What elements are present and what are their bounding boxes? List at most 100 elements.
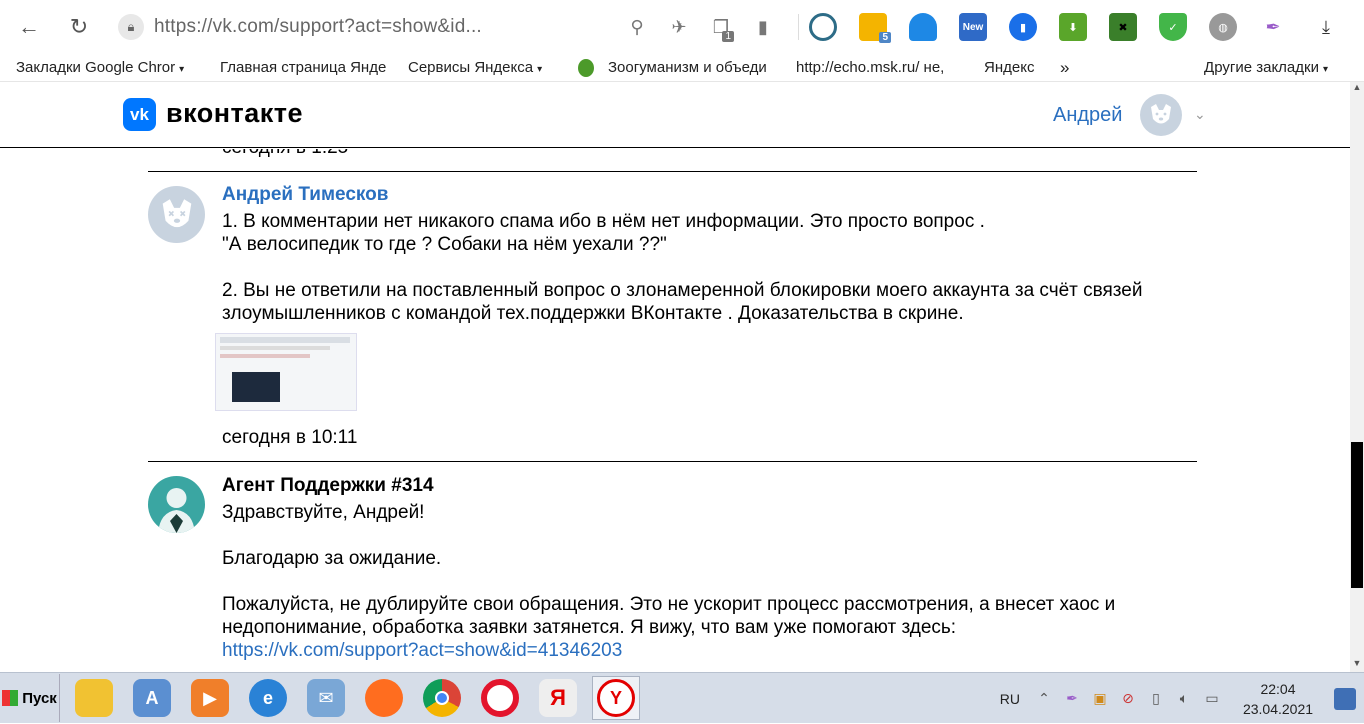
feather-icon[interactable]: ✒ [1259,13,1287,41]
attachment-line [220,337,350,343]
leaf-icon [578,58,594,77]
yandex-letter-icon: Я [539,679,577,717]
bookmark-yandex-services[interactable]: Сервисы Яндекса ▾ [408,59,556,76]
start-label: Пуск [22,689,57,707]
bookmark-label: Сервисы Яндекса [408,59,534,76]
chevron-down-icon[interactable]: ⌄ [1194,106,1206,123]
windows-logo-icon [2,690,19,706]
toolbar-separator [798,14,799,40]
system-tray: RU ⌃ ✒ ▣ ⊘ ▯ 🔈︎ ▭ 22:04 23.04.2021 [1000,673,1364,724]
download-icon[interactable]: ⤓ [1309,10,1343,44]
message-author[interactable]: Андрей Тимесков [222,184,388,206]
scroll-up-arrow-icon[interactable]: ▲ [1350,82,1364,96]
scroll-down-arrow-icon[interactable]: ▼ [1350,658,1364,672]
taskbar-app-yandex-letter[interactable]: Я [534,676,582,720]
bookmarks-more-button[interactable]: » [1060,58,1069,78]
agent-avatar[interactable] [148,476,205,533]
dog-avatar-icon [1151,104,1171,124]
vk-brand[interactable]: вконтакте [166,98,303,129]
message-divider [148,461,1197,462]
play-icon: ▶ [191,679,229,717]
user-avatar[interactable] [1140,94,1182,136]
taskbar-app-media[interactable]: ▶ [186,676,234,720]
volume-icon[interactable]: 🔈︎ [1174,689,1194,709]
messenger-icon: ✉ [307,679,345,717]
attachment-image [232,372,280,402]
address-bar[interactable]: 🔒︎ https://vk.com/support?act=show&id... [118,10,618,44]
bookmark-label: Зоогуманизм и объеди [608,59,767,76]
back-button[interactable]: ← [12,10,46,44]
message-text: 1. В комментарии нет никакого спама ибо … [222,211,1143,324]
extension-eye-icon[interactable] [809,13,837,41]
zoom-search-icon[interactable]: ⚲ [620,10,654,44]
extension-figure-icon[interactable]: ✖ [1109,13,1137,41]
agent-silhouette-icon [158,488,195,533]
page-scrollbar[interactable]: ▲ ▼ [1350,82,1364,672]
extension-cloud-icon[interactable] [909,13,937,41]
vk-header: vk вконтакте Андрей ⌄ [0,82,1350,148]
message-text: Здравствуйте, Андрей! Благодарю за ожида… [222,502,1116,638]
lock-icon[interactable]: 🔒︎ [118,14,144,40]
taskbar-app-messenger[interactable]: ✉ [302,676,350,720]
folder-icon [75,679,113,717]
firefox-icon [365,679,403,717]
taskbar-app-notes[interactable]: A [128,676,176,720]
start-button[interactable]: Пуск [0,674,60,722]
extension-bookmark-icon[interactable]: ▮ [1009,13,1037,41]
reload-button[interactable]: ↻ [62,10,96,44]
message-time: сегодня в 10:11 [222,427,358,448]
rocket-icon[interactable]: ✈︎ [662,10,696,44]
extension-weather-icon[interactable]: 5 [859,13,891,43]
scrollbar-thumb[interactable] [1351,442,1363,588]
shield-icon[interactable]: ✓ [1159,13,1187,41]
bookmark-google[interactable]: Закладки Google Chror ▾ [16,59,202,76]
browser-toolbar: ← ↻ 🔒︎ https://vk.com/support?act=show&i… [0,0,1364,54]
taskbar-app-explorer[interactable] [70,676,118,720]
bookmark-yandex[interactable]: Яндекс [984,59,1042,76]
bookmark-yandex-home[interactable]: Главная страница Янде [220,59,390,76]
vk-logo-icon[interactable]: vk [123,98,156,131]
tabs-icon[interactable]: ❐ 1 [704,10,738,44]
chevron-up-icon[interactable]: ⌃ [1034,689,1054,709]
bookmark-label: http://echo.msk.ru/ не, [796,59,945,76]
support-ticket-link[interactable]: https://vk.com/support?act=show&id=41346… [222,639,1202,662]
taskbar-app-chrome[interactable] [418,676,466,720]
screenshot-attachment[interactable] [215,333,357,411]
globe-icon[interactable]: ◍ [1209,13,1237,41]
dog-avatar-icon [162,198,191,227]
taskbar-app-opera[interactable] [476,676,524,720]
clock[interactable]: 22:04 23.04.2021 [1230,679,1326,719]
vk-logo-mark: vk [130,104,149,124]
chevron-down-icon: ▾ [537,64,543,75]
download-extension-icon[interactable]: ⬇ [1059,13,1087,41]
extension-new-icon[interactable]: New [959,13,987,41]
bookmark-zoogumanizm[interactable]: Зоогуманизм и объеди [608,59,778,76]
show-desktop-button[interactable] [1334,687,1356,710]
attachment-line [220,346,330,350]
network-icon[interactable]: ▭ [1202,689,1222,709]
opera-icon [481,679,519,717]
arrow-left-icon: ← [18,14,40,39]
bookmark-icon[interactable]: ▮ [746,10,780,44]
author-avatar[interactable] [148,186,205,243]
reload-icon: ↻ [69,14,89,39]
bookmarks-bar: Закладки Google Chror ▾ Главная страница … [0,54,1364,82]
network-blocked-icon[interactable]: ⊘ [1118,689,1138,709]
taskbar-app-ie[interactable]: e [244,676,292,720]
bookmark-echo[interactable]: http://echo.msk.ru/ не, [796,59,966,76]
tray-app-icon[interactable]: ▣ [1090,689,1110,709]
support-thread: сегодня в 1:25 Андрей Тимесков 1. В комм… [0,149,1350,671]
bookmark-label: Другие закладки [1204,59,1319,76]
bookmark-other[interactable]: Другие закладки ▾ [1204,59,1328,76]
message-divider [148,171,1197,172]
yandex-browser-icon: Y [597,679,635,717]
language-indicator[interactable]: RU [1000,691,1020,707]
taskbar-app-yandex-browser[interactable]: Y [592,676,640,720]
user-name[interactable]: Андрей [1053,104,1122,127]
battery-icon[interactable]: ▯ [1146,689,1166,709]
taskbar-app-firefox[interactable] [360,676,408,720]
feather-icon[interactable]: ✒ [1062,689,1082,709]
document-icon: A [133,679,171,717]
chevron-down-icon: ▾ [1322,64,1328,75]
extension-badge: 5 [879,32,891,43]
